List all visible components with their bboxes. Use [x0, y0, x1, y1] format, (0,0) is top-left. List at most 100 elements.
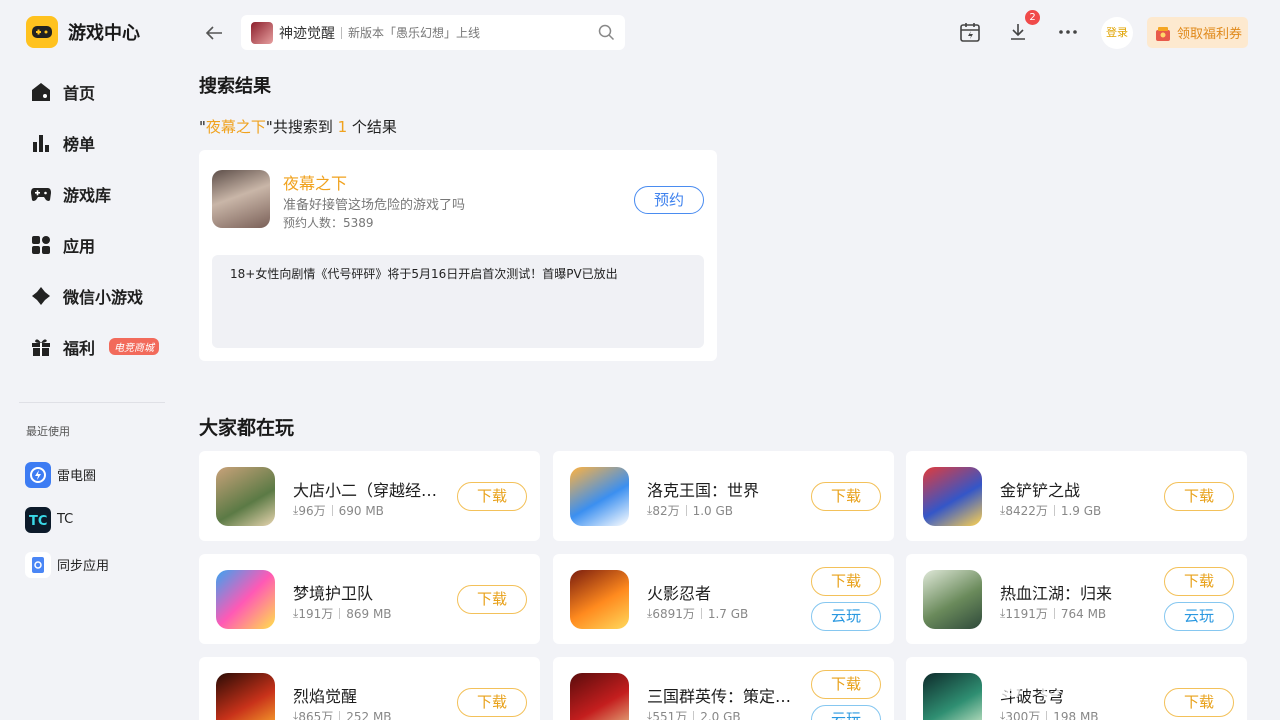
search-results-title: 搜索结果	[199, 76, 271, 97]
download-button[interactable]: 下载	[457, 585, 527, 614]
game-name: 热血江湖：归来	[1000, 584, 1113, 603]
game-size: 1.9 GB	[1060, 503, 1102, 518]
nav-item-ranking[interactable]: 榜单	[30, 117, 159, 168]
reserve-button[interactable]: 预约	[634, 186, 704, 214]
game-download-count: 300万	[1005, 710, 1041, 720]
minigame-icon	[30, 285, 52, 307]
game-name: 火影忍者	[647, 584, 712, 603]
game-meta: ⤓ 191万 869 MB	[293, 605, 392, 622]
download-button[interactable]: 下载	[811, 670, 881, 699]
search-icon[interactable]	[598, 24, 615, 41]
search-result-card[interactable]: 夜幕之下 准备好接管这场危险的游戏了吗 预约人数：5389 预约 18+女性向剧…	[199, 150, 717, 361]
brand: 游戏中心	[26, 16, 140, 48]
game-meta: ⤓ 300万 198 MB	[1000, 708, 1099, 720]
game-size: 869 MB	[346, 606, 392, 621]
app-title: 游戏中心	[68, 23, 140, 44]
download-count-badge: 2	[1025, 10, 1040, 25]
coupon-label: 领取福利券	[1177, 27, 1243, 42]
download-button[interactable]: 下载	[1164, 567, 1234, 596]
tc-icon: TC	[25, 506, 51, 533]
nav-item-label: 首页	[63, 83, 96, 103]
game-card[interactable]: 梦境护卫队 ⤓ 191万 869 MB 下载	[199, 554, 540, 644]
game-download-count: 551万	[652, 710, 688, 720]
nav-item-apps[interactable]: 应用	[30, 219, 159, 270]
meta-separator	[1046, 711, 1048, 720]
meta-separator	[1053, 608, 1055, 619]
game-name: 三国群英传：策定九州	[647, 687, 793, 706]
gift-icon	[30, 336, 52, 358]
game-card[interactable]: 金铲铲之战 ⤓ 8422万 1.9 GB 下载	[906, 451, 1247, 541]
result-game-description: 准备好接管这场危险的游戏了吗	[283, 198, 466, 213]
meta-separator	[339, 608, 341, 619]
download-button[interactable]: 下载	[811, 567, 881, 596]
nav-item-label: 榜单	[63, 134, 96, 154]
search-separator	[341, 26, 342, 39]
recent-list: 雷电圈 TC TC 同步应用	[25, 452, 109, 587]
download-button[interactable]: 下载	[457, 688, 527, 717]
nav-item-wechat-minigame[interactable]: 微信小游戏	[30, 270, 159, 321]
download-button[interactable]: 下载	[811, 482, 881, 511]
game-name: 大店小二（穿越经营）	[293, 481, 439, 500]
game-size: 2.0 GB	[700, 709, 741, 720]
game-download-count: 82万	[652, 504, 680, 518]
news-text: 18+女性向剧情《代号砰砰》将于5月16日开启首次测试！首曝PV已放出	[230, 267, 618, 281]
nav-item-welfare[interactable]: 福利 电竞商城	[30, 321, 160, 372]
calendar-icon[interactable]	[958, 20, 982, 44]
game-icon	[570, 467, 629, 526]
nav-item-label: 应用	[63, 236, 96, 256]
recent-item-leidian-circle[interactable]: 雷电圈	[25, 452, 109, 497]
nav-item-label: 游戏库	[63, 185, 112, 205]
meta-separator	[331, 505, 333, 516]
nav-item-label: 福利	[63, 338, 96, 358]
news-box[interactable]: 18+女性向剧情《代号砰砰》将于5月16日开启首次测试！首曝PV已放出	[212, 255, 704, 348]
game-size: 690 MB	[338, 503, 384, 518]
search-game-thumbnail	[251, 21, 273, 44]
summary-middle-text: "共搜索到	[265, 118, 338, 136]
game-card[interactable]: 热血江湖：归来 ⤓ 1191万 764 MB 下载 云玩	[906, 554, 1247, 644]
sidebar-divider	[19, 402, 165, 403]
cloud-play-button[interactable]: 云玩	[811, 705, 881, 720]
summary-suffix-text: 个结果	[347, 118, 397, 136]
gamepad-icon	[26, 16, 58, 48]
recent-item-sync-app[interactable]: 同步应用	[25, 542, 109, 587]
game-meta: ⤓ 8422万 1.9 GB	[1000, 502, 1101, 519]
gift-bag-icon	[1156, 26, 1170, 41]
search-input[interactable]: 神迹觉醒 新版本「愚乐幻想」上线	[241, 15, 625, 50]
game-meta: ⤓ 1191万 764 MB	[1000, 605, 1106, 622]
cloud-play-button[interactable]: 云玩	[811, 602, 881, 631]
result-game-name[interactable]: 夜幕之下	[283, 170, 347, 194]
game-name: 梦境护卫队	[293, 584, 374, 603]
game-icon	[923, 570, 982, 629]
arrow-left-icon	[205, 26, 222, 40]
game-card[interactable]: 烈焰觉醒 ⤓ 865万 252 MB 下载	[199, 657, 540, 720]
nav-item-game-library[interactable]: 游戏库	[30, 168, 159, 219]
game-icon	[923, 673, 982, 720]
game-size: 198 MB	[1053, 709, 1099, 720]
game-card[interactable]: 三国群英传：策定九州 ⤓ 551万 2.0 GB 下载 云玩	[553, 657, 894, 720]
download-button[interactable]: 下载	[1164, 688, 1234, 717]
back-button[interactable]	[203, 22, 225, 44]
claim-coupon-button[interactable]: 领取福利券	[1147, 17, 1248, 48]
game-icon	[212, 170, 270, 228]
login-button[interactable]: 登录	[1101, 17, 1133, 49]
game-download-count: 1191万	[1005, 607, 1048, 621]
summary-keyword: 夜幕之下	[205, 118, 266, 136]
download-icon[interactable]	[1006, 20, 1030, 44]
game-size: 252 MB	[346, 709, 392, 720]
game-name: 金铲铲之战	[1000, 481, 1081, 500]
recent-item-tc[interactable]: TC TC	[25, 497, 109, 542]
game-card[interactable]: 大店小二（穿越经营） ⤓ 96万 690 MB 下载	[199, 451, 540, 541]
more-icon[interactable]	[1056, 20, 1080, 44]
download-button[interactable]: 下载	[1164, 482, 1234, 511]
game-icon	[216, 673, 275, 720]
game-download-count: 96万	[298, 504, 326, 518]
game-card[interactable]: 洛克王国：世界 ⤓ 82万 1.0 GB 下载	[553, 451, 894, 541]
meta-separator	[700, 608, 702, 619]
game-card[interactable]: 火影忍者 ⤓ 6891万 1.7 GB 下载 云玩	[553, 554, 894, 644]
game-size: 1.7 GB	[707, 606, 749, 621]
cloud-play-button[interactable]: 云玩	[1164, 602, 1234, 631]
nav-item-home[interactable]: 首页	[30, 66, 159, 117]
download-button[interactable]: 下载	[457, 482, 527, 511]
game-meta: ⤓ 6891万 1.7 GB	[647, 605, 748, 622]
game-meta: ⤓ 82万 1.0 GB	[647, 502, 733, 519]
